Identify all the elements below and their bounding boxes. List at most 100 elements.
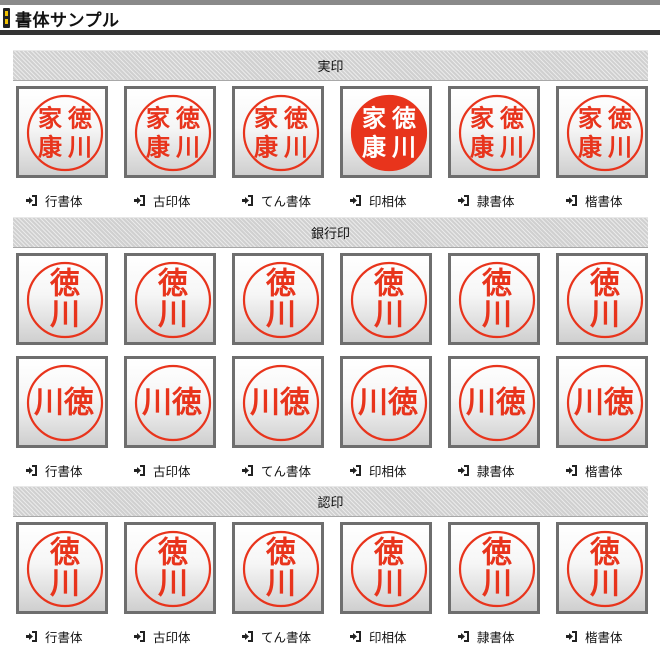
seal-character: 川 [590, 567, 620, 602]
seal-character: 川 [50, 567, 80, 602]
arrow-into-box-icon [566, 464, 577, 476]
seal-sample-tile[interactable]: 徳川家康 [556, 86, 648, 178]
font-name-link[interactable]: 印相体 [350, 192, 407, 209]
font-name-link[interactable]: 印相体 [350, 462, 407, 479]
seal-sample-tile[interactable]: 徳川 [448, 356, 540, 448]
seal-sample-tile[interactable]: 徳川 [556, 253, 648, 345]
section-heading: 認印 [13, 486, 648, 517]
font-name-label: てん書体 [261, 629, 312, 645]
seal-character: 川 [500, 133, 524, 162]
arrow-into-box-icon [350, 630, 361, 642]
seal-sample-tile[interactable]: 徳川 [16, 253, 108, 345]
seal-impression: 徳川家康 [242, 94, 320, 172]
seal-impression: 徳川 [566, 530, 644, 608]
font-name-label: 印相体 [369, 193, 407, 209]
seal-sample-tile[interactable]: 徳川家康 [340, 86, 432, 178]
seal-impression: 徳川家康 [134, 94, 212, 172]
font-name-label: 隷書体 [477, 193, 515, 209]
seal-sample-tile[interactable]: 徳川 [448, 522, 540, 614]
font-name-label: 隷書体 [477, 629, 515, 645]
seal-sample-tile[interactable]: 徳川 [448, 253, 540, 345]
seal-character: 川 [482, 298, 512, 333]
seal-impression: 徳川 [458, 530, 536, 608]
seal-character: 徳 [49, 536, 80, 571]
seal-sample-tile[interactable]: 徳川家康 [124, 86, 216, 178]
seal-impression: 徳川 [134, 530, 212, 608]
arrow-into-box-icon [134, 464, 145, 476]
seal-sample-tile[interactable]: 徳川 [340, 356, 432, 448]
seal-character: 川 [466, 386, 496, 421]
seal-sample-tile[interactable]: 徳川 [16, 356, 108, 448]
seal-sample-tile[interactable]: 徳川 [124, 253, 216, 345]
seal-character: 家 [254, 104, 278, 133]
seal-character: 徳 [283, 104, 308, 133]
font-name-link[interactable]: 隷書体 [458, 628, 515, 645]
seal-sample-tile[interactable]: 徳川 [556, 522, 648, 614]
seal-character: 川 [608, 133, 632, 162]
seal-sample-tile[interactable]: 徳川 [124, 522, 216, 614]
seal-character: 家 [38, 104, 62, 133]
seal-character: 徳 [171, 386, 202, 421]
arrow-into-box-icon [350, 464, 361, 476]
font-name-link[interactable]: 楷書体 [566, 628, 623, 645]
seal-character: 川 [266, 298, 296, 333]
seal-sample-tile[interactable]: 徳川家康 [16, 86, 108, 178]
seal-sample-tile[interactable]: 徳川家康 [232, 86, 324, 178]
seal-impression: 徳川家康 [458, 94, 536, 172]
seal-character: 川 [34, 386, 64, 421]
font-name-link[interactable]: 行書体 [26, 628, 83, 645]
font-name-link[interactable]: 印相体 [350, 628, 407, 645]
seal-impression: 徳川家康 [26, 94, 104, 172]
font-name-link[interactable]: てん書体 [242, 462, 311, 479]
font-name-link[interactable]: 行書体 [26, 192, 83, 209]
seal-character: 川 [358, 386, 388, 421]
font-name-link[interactable]: 行書体 [26, 462, 83, 479]
seal-impression: 徳川 [242, 530, 320, 608]
font-name-link[interactable]: 隷書体 [458, 462, 515, 479]
seal-sample-tile[interactable]: 徳川 [232, 253, 324, 345]
seal-character: 川 [68, 133, 92, 162]
seal-sample-tile[interactable]: 徳川 [16, 522, 108, 614]
seal-sample-tile[interactable]: 徳川家康 [448, 86, 540, 178]
seal-character: 徳 [373, 536, 404, 571]
seal-impression: 徳川家康 [350, 94, 428, 172]
font-name-link[interactable]: てん書体 [242, 628, 312, 645]
font-name-link[interactable]: 古印体 [134, 462, 191, 479]
seal-character: 川 [176, 133, 200, 162]
seal-character: 徳 [265, 267, 296, 302]
seal-sample-tile[interactable]: 徳川 [340, 522, 432, 614]
seal-sample-tile[interactable]: 徳川 [232, 356, 324, 448]
seal-character: 徳 [495, 386, 526, 421]
font-name-label: 楷書体 [585, 629, 623, 645]
seal-character: 川 [142, 386, 172, 421]
seal-character: 川 [392, 133, 416, 162]
arrow-into-box-icon [242, 464, 253, 476]
font-name-label: 古印体 [153, 629, 191, 645]
page-title: 書体サンプル [15, 11, 120, 31]
seal-character: 徳 [387, 386, 418, 421]
seal-sample-tile[interactable]: 徳川 [232, 522, 324, 614]
font-name-link[interactable]: 古印体 [134, 192, 191, 209]
seal-sample-tile[interactable]: 徳川 [340, 253, 432, 345]
seal-character: 徳 [373, 267, 404, 302]
seal-impression: 徳川 [350, 364, 428, 442]
seal-character: 家 [362, 104, 386, 133]
title-bar: 書体サンプル [0, 5, 660, 31]
font-name-label: てん書体 [261, 193, 312, 209]
seal-character: 川 [374, 567, 404, 602]
seal-sample-tile[interactable]: 徳川 [556, 356, 648, 448]
seal-character: 徳 [603, 386, 634, 421]
title-rule [0, 30, 660, 35]
section-heading: 実印 [13, 50, 648, 81]
font-name-link[interactable]: 楷書体 [566, 462, 623, 479]
font-name-link[interactable]: 隷書体 [458, 192, 515, 209]
font-name-link[interactable]: てん書体 [242, 192, 312, 209]
seal-character: 川 [250, 386, 280, 421]
font-name-link[interactable]: 楷書体 [566, 192, 623, 209]
font-name-link[interactable]: 古印体 [134, 628, 191, 645]
seal-impression: 徳川 [26, 261, 104, 339]
seal-impression: 徳川 [350, 530, 428, 608]
seal-impression: 徳川 [134, 261, 212, 339]
seal-character: 康 [362, 133, 387, 162]
seal-sample-tile[interactable]: 徳川 [124, 356, 216, 448]
